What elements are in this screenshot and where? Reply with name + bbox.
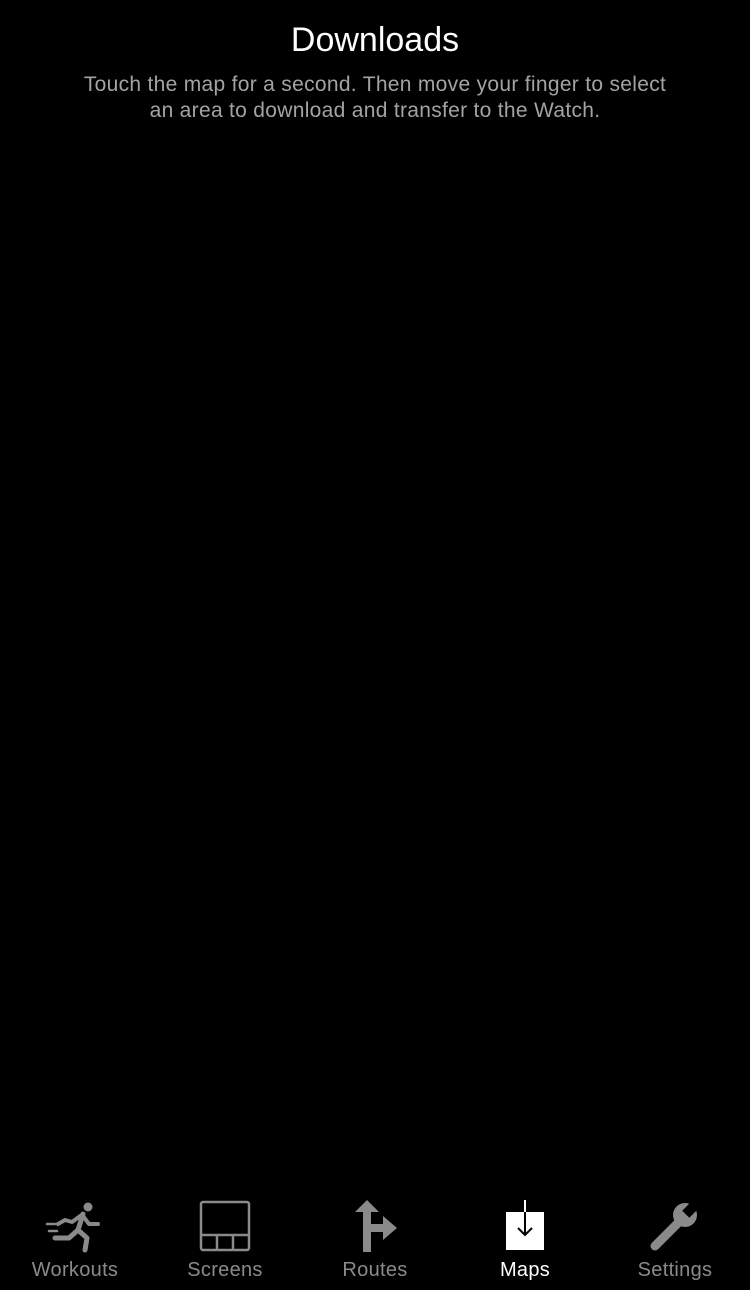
tab-label: Workouts (31, 1259, 119, 1281)
tab-maps[interactable]: Maps (450, 1192, 600, 1290)
screen-layout-icon (195, 1200, 255, 1256)
download-icon (495, 1200, 555, 1256)
tab-screens[interactable]: Screens (150, 1192, 300, 1290)
tab-label: Maps (499, 1259, 551, 1281)
wrench-icon (645, 1200, 705, 1256)
tab-label: Settings (637, 1259, 713, 1281)
tab-label: Screens (187, 1259, 263, 1281)
tab-workouts[interactable]: Workouts (0, 1192, 150, 1290)
tab-label: Routes (342, 1259, 408, 1281)
tab-routes[interactable]: Routes (300, 1192, 450, 1290)
running-person-icon (45, 1200, 105, 1256)
tab-bar: Workouts Screens Routes Maps Settings (0, 1192, 750, 1290)
map-view[interactable] (0, 140, 750, 1190)
instructions-text: Touch the map for a second. Then move yo… (83, 73, 667, 122)
route-turn-icon (345, 1200, 405, 1256)
page-title: Downloads (290, 21, 460, 59)
tab-settings[interactable]: Settings (600, 1192, 750, 1290)
